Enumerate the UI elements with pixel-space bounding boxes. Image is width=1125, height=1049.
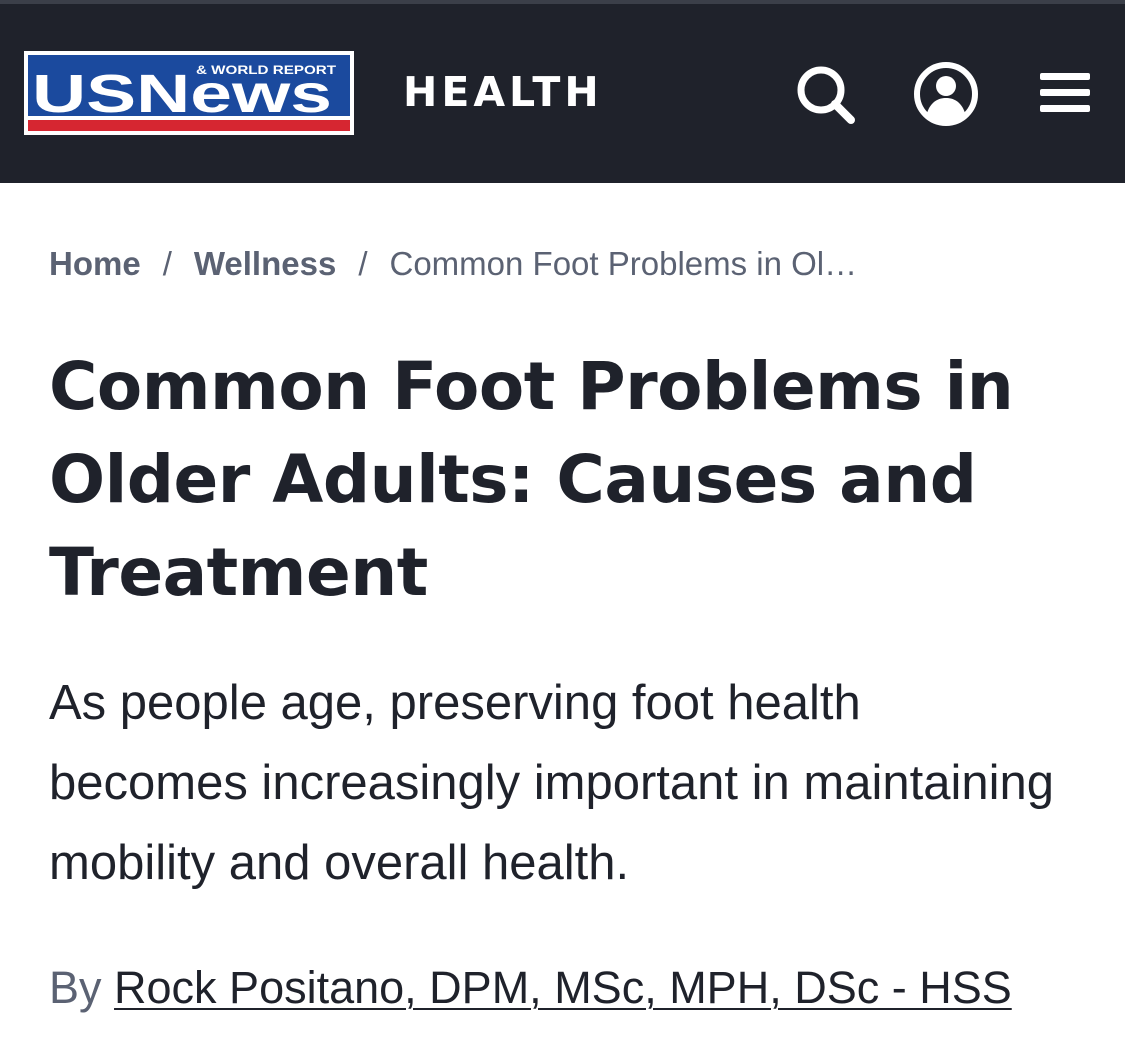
- page: USNews & WORLD REPORT HEALTH Home / Wellne…: [0, 0, 1125, 1049]
- breadcrumb-home-link[interactable]: Home: [49, 245, 141, 282]
- hamburger-menu-icon[interactable]: [1038, 67, 1094, 119]
- article-title: Common Foot Problems in Older Adults: Ca…: [49, 348, 1014, 611]
- usnews-logo[interactable]: USNews & WORLD REPORT: [24, 51, 354, 135]
- search-icon[interactable]: [795, 64, 855, 124]
- breadcrumb-separator: /: [358, 245, 368, 282]
- section-title[interactable]: HEALTH: [403, 68, 603, 116]
- logo-tagline: & WORLD REPORT: [196, 63, 337, 77]
- breadcrumb-wellness-link[interactable]: Wellness: [194, 245, 336, 282]
- site-header: USNews & WORLD REPORT HEALTH: [0, 0, 1125, 183]
- breadcrumb: Home / Wellness / Common Foot Problems in Ol…: [49, 242, 857, 286]
- article-summary: As people age, preserving foot health be…: [49, 676, 1055, 890]
- article-byline: By Rock Positano, DPM, MSc, MPH, DSc - H…: [49, 958, 1012, 1018]
- user-icon[interactable]: [913, 61, 979, 127]
- breadcrumb-current-page: Common Foot Problems in Ol…: [389, 245, 858, 282]
- author-link[interactable]: Rock Positano, DPM, MSc, MPH, DSc - HSS: [114, 962, 1012, 1013]
- breadcrumb-separator: /: [162, 245, 172, 282]
- header-top-edge: [0, 0, 1125, 4]
- byline-prefix: By: [49, 962, 102, 1013]
